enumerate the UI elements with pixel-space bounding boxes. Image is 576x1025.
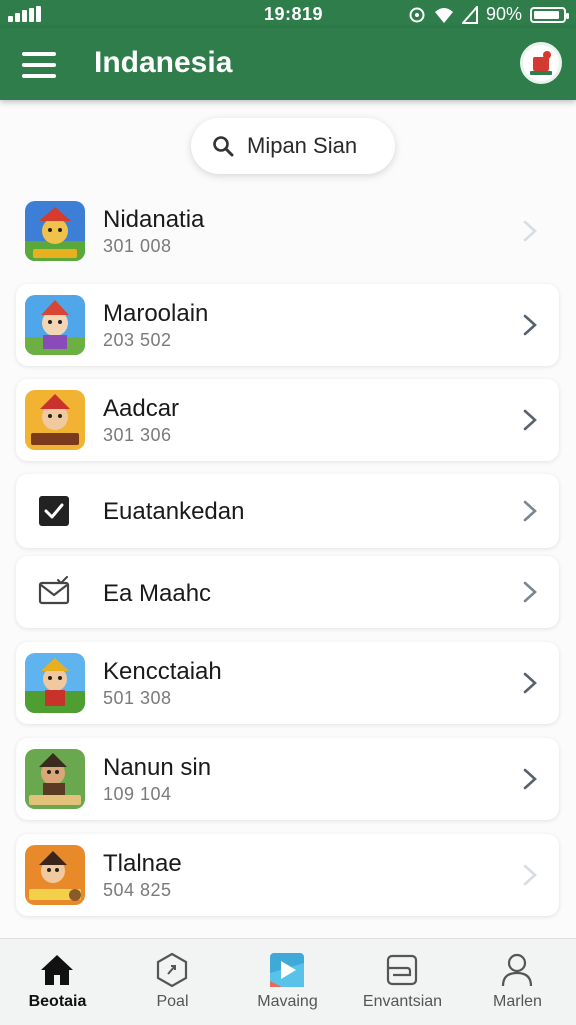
envelope-check-icon: [38, 576, 70, 605]
status-right: 90%: [408, 4, 569, 25]
battery-icon: [530, 6, 569, 23]
chevron-right-icon: [523, 581, 537, 603]
list-item-title: Aadcar: [103, 395, 180, 422]
nav-mavaing-label: Mavaing: [257, 993, 318, 1010]
list-item-title: Maroolain: [103, 300, 209, 327]
chevron-right-icon: [523, 220, 537, 242]
search-button[interactable]: Mipan Sian: [191, 118, 395, 174]
nav-home-label: Beotaia: [28, 993, 87, 1010]
list-item-title: Nanun sin: [103, 754, 212, 781]
play-icon: [270, 953, 304, 987]
list-item[interactable]: Aadcar 301 306: [16, 379, 559, 461]
game-character-thumbnail: [25, 845, 85, 905]
hexagon-icon: [156, 952, 188, 988]
game-character-thumbnail: [25, 295, 85, 355]
chevron-right-icon: [523, 409, 537, 431]
sync-icon: [409, 7, 425, 22]
battery-percent: 90%: [485, 4, 522, 24]
search-label: Mipan Sian: [247, 133, 358, 158]
user-icon: [501, 953, 533, 987]
status-time: 19:819: [264, 4, 324, 24]
signal-icon: [8, 6, 41, 22]
list-item-title: Euatankedan: [103, 498, 245, 525]
nav-marlen-label: Marlen: [493, 993, 542, 1010]
bottom-navigation: Beotaia Poal Mavaing Envantsian Marlen: [0, 938, 576, 1025]
wifi-icon: [434, 7, 453, 23]
profile-avatar-icon: [523, 45, 559, 81]
nav-envantsian-label: Envantsian: [362, 993, 443, 1010]
menu-icon[interactable]: [22, 52, 56, 78]
wallet-icon: [386, 954, 418, 986]
page-title: Indanesia: [94, 46, 233, 79]
list-item[interactable]: Nidanatia 301 008: [16, 190, 559, 272]
app-bar: Indanesia: [0, 28, 576, 100]
game-character-thumbnail: [25, 390, 85, 450]
list-item[interactable]: Kencctaiah 501 308: [16, 642, 559, 724]
nav-poal[interactable]: Poal: [115, 939, 230, 1025]
chevron-right-icon: [523, 314, 537, 336]
list-item[interactable]: Tlalnae 504 825: [16, 834, 559, 916]
home-icon: [41, 955, 73, 985]
list-item-title: Kencctaiah: [103, 658, 222, 685]
avatar[interactable]: [520, 42, 562, 84]
status-bar: 19:819 90%: [0, 0, 576, 28]
list-item-title: Tlalnae: [103, 850, 182, 877]
list-item[interactable]: Maroolain 203 502: [16, 284, 559, 366]
list-item[interactable]: Euatankedan: [16, 474, 559, 548]
list-item[interactable]: Ea Maahc: [16, 556, 559, 628]
list-item-title: Nidanatia: [103, 206, 205, 233]
chevron-right-icon: [523, 768, 537, 790]
list-item-subtitle: 301 008: [103, 236, 172, 256]
list-item-subtitle: 109 104: [103, 784, 172, 804]
list-item[interactable]: Nanun sin 109 104: [16, 738, 559, 820]
game-character-thumbnail: [25, 201, 85, 261]
nav-home[interactable]: Beotaia: [0, 939, 115, 1025]
game-character-thumbnail: [25, 653, 85, 713]
checkbox-checked-icon: [39, 496, 69, 526]
chevron-right-icon: [523, 864, 537, 886]
nav-mavaing[interactable]: Mavaing: [230, 939, 345, 1025]
cellular-icon: [461, 5, 478, 24]
chevron-right-icon: [523, 500, 537, 522]
nav-envantsian[interactable]: Envantsian: [345, 939, 460, 1025]
nav-poal-label: Poal: [156, 993, 189, 1010]
list-item-subtitle: 504 825: [103, 880, 172, 900]
nav-marlen[interactable]: Marlen: [460, 939, 575, 1025]
list-item-subtitle: 301 306: [103, 425, 172, 445]
list-item-subtitle: 203 502: [103, 330, 172, 350]
game-character-thumbnail: [25, 749, 85, 809]
list-item-subtitle: 501 308: [103, 688, 172, 708]
list-item-title: Ea Maahc: [103, 580, 212, 607]
search-icon: [213, 136, 234, 157]
chevron-right-icon: [523, 672, 537, 694]
